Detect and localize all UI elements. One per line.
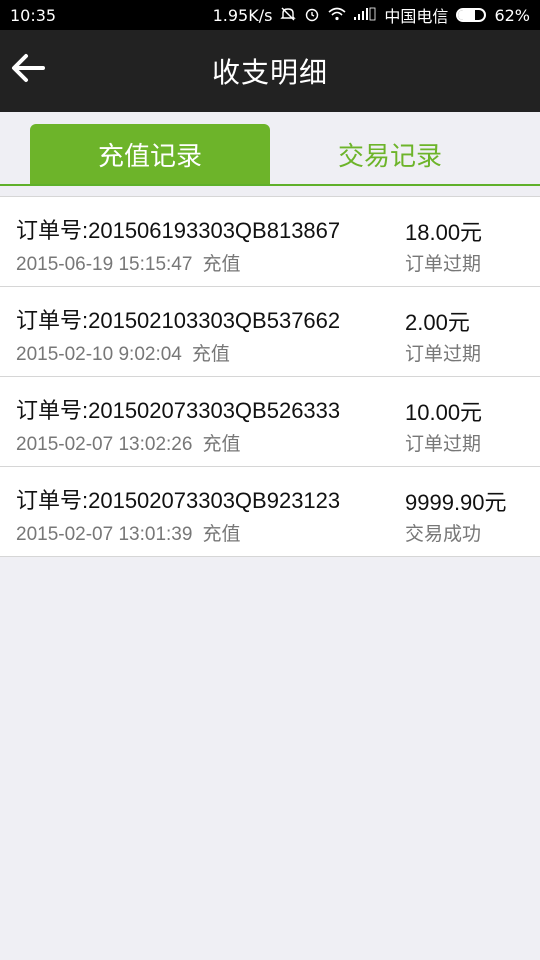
record-date: 2015-02-07 13:01:39 xyxy=(16,524,193,545)
network-speed: 1.95K/s xyxy=(212,5,273,25)
record-status: 订单过期 xyxy=(405,253,482,275)
carrier-name: 中国电信 xyxy=(384,7,449,26)
back-button[interactable] xyxy=(6,48,50,92)
mute-icon xyxy=(280,6,297,25)
back-arrow-icon xyxy=(11,53,45,87)
signal-icon xyxy=(354,7,376,24)
order-number: 订单号:201502073303QB526333 xyxy=(16,398,341,423)
record-type: 充值 xyxy=(202,254,241,275)
tab-bar: 充值记录 交易记录 xyxy=(0,112,540,186)
order-number: 订单号:201502073303QB923123 xyxy=(16,488,341,513)
record-date-line: 2015-06-19 15:15:47 充值 xyxy=(16,249,240,276)
app-bar: 收支明细 xyxy=(0,30,540,112)
record-status: 订单过期 xyxy=(405,433,482,455)
record-list: 订单号:201506193303QB813867 2015-06-19 15:1… xyxy=(0,196,540,557)
status-bar: 10:35 1.95K/s 中国电信 62% xyxy=(0,0,540,30)
record-type: 充值 xyxy=(202,434,241,455)
status-time: 10:35 xyxy=(10,5,57,25)
record-row[interactable]: 订单号:201502073303QB923123 2015-02-07 13:0… xyxy=(0,467,540,557)
record-date-line: 2015-02-07 13:01:39 充值 xyxy=(16,519,240,546)
record-amount: 2.00元 xyxy=(405,310,470,335)
status-indicators: 1.95K/s 中国电信 62% xyxy=(213,3,530,27)
record-status: 订单过期 xyxy=(405,343,482,365)
record-status: 交易成功 xyxy=(405,523,482,545)
order-number: 订单号:201506193303QB813867 xyxy=(16,218,341,243)
battery-percent: 62% xyxy=(494,5,530,25)
record-type: 充值 xyxy=(202,524,241,545)
record-row[interactable]: 订单号:201502073303QB526333 2015-02-07 13:0… xyxy=(0,377,540,467)
battery-icon xyxy=(456,8,487,22)
tab-recharge-records[interactable]: 充值记录 xyxy=(30,124,270,184)
tab-transaction-records[interactable]: 交易记录 xyxy=(270,124,510,184)
record-amount: 9999.90元 xyxy=(405,490,507,515)
wifi-icon xyxy=(328,7,346,24)
record-row[interactable]: 订单号:201506193303QB813867 2015-06-19 15:1… xyxy=(0,197,540,287)
record-date: 2015-02-07 13:02:26 xyxy=(16,434,193,455)
record-date: 2015-02-10 9:02:04 xyxy=(16,344,182,365)
record-date: 2015-06-19 15:15:47 xyxy=(16,254,193,275)
record-type: 充值 xyxy=(191,344,230,365)
record-date-line: 2015-02-07 13:02:26 充值 xyxy=(16,429,240,456)
page-title: 收支明细 xyxy=(211,56,328,89)
record-date-line: 2015-02-10 9:02:04 充值 xyxy=(16,339,230,366)
order-number: 订单号:201502103303QB537662 xyxy=(16,308,341,333)
record-amount: 10.00元 xyxy=(405,400,483,425)
record-amount: 18.00元 xyxy=(405,220,483,245)
battery-fill xyxy=(458,10,475,20)
alarm-icon xyxy=(304,6,320,25)
record-row[interactable]: 订单号:201502103303QB537662 2015-02-10 9:02… xyxy=(0,287,540,377)
